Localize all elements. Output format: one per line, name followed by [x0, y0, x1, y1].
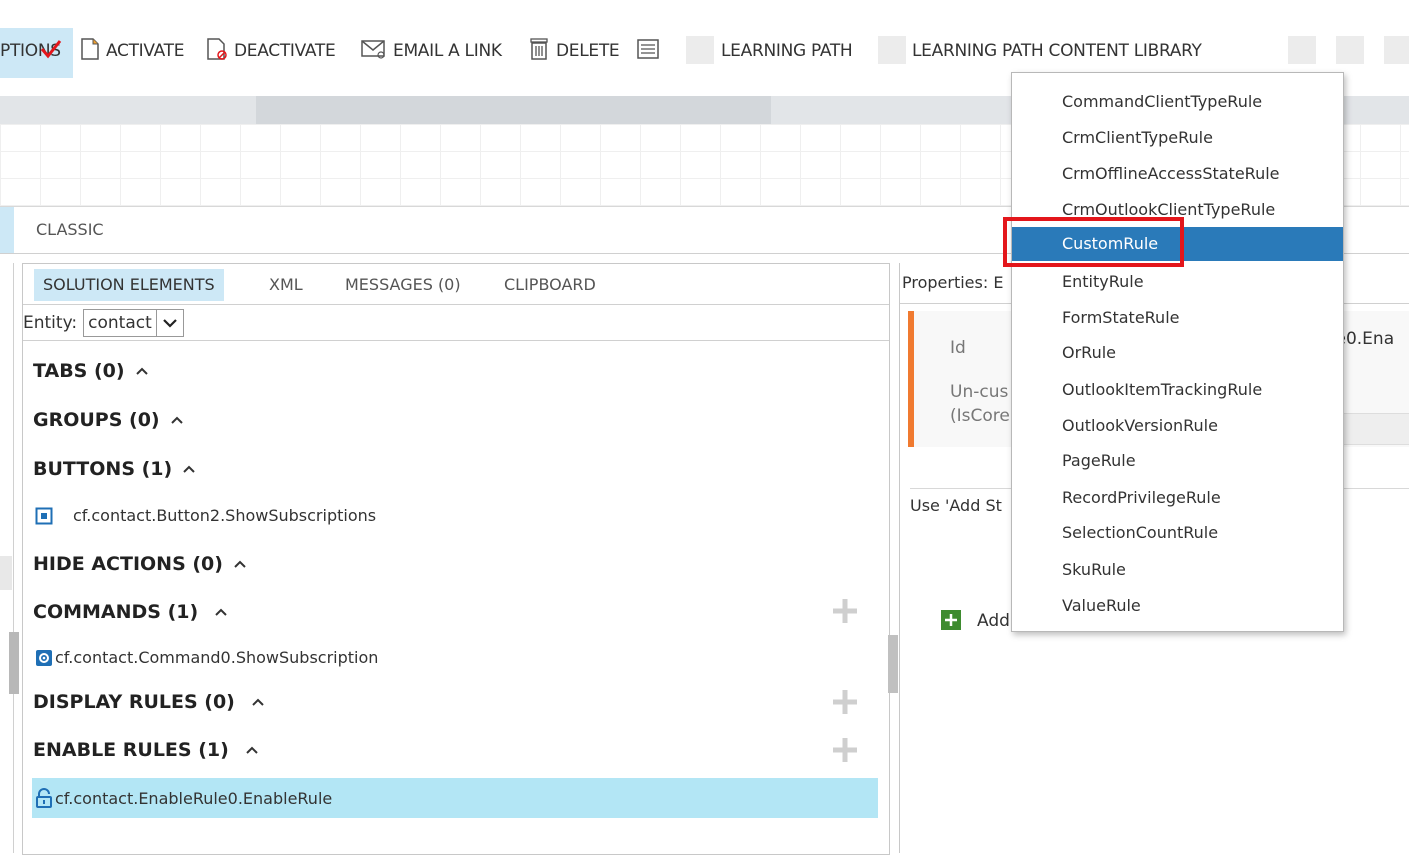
chevron-up-icon[interactable] — [233, 557, 247, 571]
chevron-up-icon[interactable] — [251, 695, 265, 709]
panel-tabs: SOLUTION ELEMENTS XML MESSAGES (0) CLIPB… — [23, 264, 889, 305]
rule-type-dropdown: CommandClientTypeRule CrmClientTypeRule … — [1011, 72, 1344, 632]
dropdown-item-commandclienttyperule[interactable]: CommandClientTypeRule — [1012, 85, 1343, 119]
add-step-plus-icon[interactable] — [941, 610, 961, 630]
learning-path-library-icon — [878, 36, 906, 64]
add-command-plus-icon[interactable] — [831, 597, 859, 625]
document-icon — [80, 37, 100, 66]
section-tabs-header[interactable]: TABS (0) — [33, 360, 149, 382]
chevron-up-icon[interactable] — [170, 413, 184, 427]
dropdown-item-selectioncountrule[interactable]: SelectionCountRule — [1012, 516, 1343, 550]
dropdown-item-crmofflineaccessstaterule[interactable]: CrmOfflineAccessStateRule — [1012, 157, 1343, 191]
section-buttons-title: BUTTONS (1) — [33, 458, 173, 480]
left-panel-item[interactable] — [0, 556, 12, 590]
tab-solution-elements[interactable]: SOLUTION ELEMENTS — [34, 269, 224, 301]
left-splitter[interactable] — [9, 632, 19, 694]
section-commands-header[interactable]: COMMANDS (1) — [33, 601, 228, 623]
chevron-up-icon[interactable] — [135, 364, 149, 378]
section-display-rules-title: DISPLAY RULES (0) — [33, 691, 235, 713]
entity-label: Entity: — [23, 313, 78, 333]
entity-selector-row: Entity: contact — [23, 308, 184, 338]
panel-splitter[interactable] — [888, 635, 898, 693]
command-item-label: cf.contact.Command0.ShowSubscription — [55, 648, 379, 667]
toolbar-extra-icon-2[interactable] — [1336, 36, 1364, 64]
solution-elements-panel: SOLUTION ELEMENTS XML MESSAGES (0) CLIPB… — [22, 263, 890, 855]
section-display-rules-header[interactable]: DISPLAY RULES (0) — [33, 691, 265, 713]
highlight-annotation-box — [1003, 217, 1184, 267]
enable-rule-item-label: cf.contact.EnableRule0.EnableRule — [55, 788, 333, 808]
command-item[interactable]: cf.contact.Command0.ShowSubscription — [35, 648, 378, 667]
chevron-up-icon[interactable] — [245, 743, 259, 757]
form-button[interactable] — [636, 38, 660, 64]
gear-icon — [36, 649, 52, 666]
classic-tab[interactable]: CLASSIC — [36, 220, 104, 239]
chevron-up-icon[interactable] — [214, 605, 228, 619]
add-enable-rule-plus-icon[interactable] — [831, 736, 859, 764]
entity-separator — [23, 340, 889, 341]
dropdown-item-crmclienttyperule[interactable]: CrmClientTypeRule — [1012, 121, 1343, 155]
email-link-label: EMAIL A LINK — [393, 41, 502, 61]
lock-icon — [36, 788, 52, 808]
learning-path-icon — [686, 36, 714, 64]
chevron-down-icon[interactable] — [155, 310, 183, 336]
form-icon — [636, 38, 660, 65]
section-enable-rules-header[interactable]: ENABLE RULES (1) — [33, 739, 259, 761]
section-groups-header[interactable]: GROUPS (0) — [33, 409, 184, 431]
button-item-label: cf.contact.Button2.ShowSubscriptions — [73, 506, 377, 525]
email-link-button[interactable]: EMAIL A LINK — [361, 38, 502, 64]
add-display-rule-plus-icon[interactable] — [831, 688, 859, 716]
use-add-step-text: Use 'Add St — [910, 496, 1002, 515]
uncustomizable-text-1: Un-cus — [950, 382, 1009, 402]
dropdown-item-orrule[interactable]: OrRule — [1012, 336, 1343, 370]
view-mode-tab-indicator[interactable] — [0, 207, 14, 253]
deactivate-document-icon — [206, 37, 228, 66]
dropdown-item-pagerule[interactable]: PageRule — [1012, 444, 1343, 478]
toolbar-extra-icon-1[interactable] — [1288, 36, 1316, 64]
toolbar-extra-icon-3[interactable] — [1384, 36, 1409, 64]
chevron-up-icon[interactable] — [182, 462, 196, 476]
enable-rule-item[interactable]: cf.contact.EnableRule0.EnableRule — [35, 788, 332, 808]
trash-icon — [528, 37, 550, 66]
dropdown-item-skurule[interactable]: SkuRule — [1012, 553, 1343, 587]
section-buttons-header[interactable]: BUTTONS (1) — [33, 458, 196, 480]
section-enable-rules-title: ENABLE RULES (1) — [33, 739, 229, 761]
button-icon — [35, 507, 53, 524]
ribbon-scroll-thumb[interactable] — [256, 96, 771, 124]
dropdown-item-formstaterule[interactable]: FormStateRule — [1012, 301, 1343, 335]
section-groups-title: GROUPS (0) — [33, 409, 160, 431]
activate-label: ACTIVATE — [106, 41, 185, 61]
tab-xml[interactable]: XML — [269, 273, 303, 297]
section-hide-actions-header[interactable]: HIDE ACTIONS (0) — [33, 553, 247, 575]
section-tabs-title: TABS (0) — [33, 360, 125, 382]
delete-label: DELETE — [556, 41, 620, 61]
id-label: Id — [950, 338, 966, 358]
entity-select-value: contact — [88, 313, 152, 333]
email-icon — [361, 38, 387, 65]
entity-select[interactable]: contact — [83, 309, 184, 337]
activate-button[interactable]: ACTIVATE — [80, 37, 185, 66]
section-hide-actions-title: HIDE ACTIONS (0) — [33, 553, 223, 575]
learning-path-button[interactable]: LEARNING PATH — [721, 38, 853, 64]
learning-path-library-label: LEARNING PATH CONTENT LIBRARY — [912, 41, 1202, 61]
checkmark-icon — [39, 37, 63, 66]
delete-button[interactable]: DELETE — [528, 37, 620, 66]
add-step-label[interactable]: Add — [977, 611, 1010, 631]
button-item[interactable]: cf.contact.Button2.ShowSubscriptions — [35, 506, 376, 525]
deactivate-label: DEACTIVATE — [234, 41, 336, 61]
properties-title: Properties: E — [902, 273, 1004, 292]
dropdown-item-entityrule[interactable]: EntityRule — [1012, 265, 1343, 299]
dropdown-item-recordprivilegerule[interactable]: RecordPrivilegeRule — [1012, 481, 1343, 515]
dropdown-item-valuerule[interactable]: ValueRule — [1012, 589, 1343, 623]
dropdown-item-outlookversionrule[interactable]: OutlookVersionRule — [1012, 409, 1343, 443]
options-button[interactable]: PTIONS — [0, 38, 69, 64]
dropdown-item-outlookitemtrackingrule[interactable]: OutlookItemTrackingRule — [1012, 373, 1343, 407]
tab-messages[interactable]: MESSAGES (0) — [345, 273, 461, 297]
section-commands-title: COMMANDS (1) — [33, 601, 199, 623]
learning-path-label: LEARNING PATH — [721, 41, 853, 61]
uncustomizable-text-2: (IsCore — [950, 406, 1010, 426]
learning-path-library-button[interactable]: LEARNING PATH CONTENT LIBRARY — [912, 38, 1202, 64]
tab-clipboard[interactable]: CLIPBOARD — [504, 273, 596, 297]
deactivate-button[interactable]: DEACTIVATE — [206, 37, 336, 66]
